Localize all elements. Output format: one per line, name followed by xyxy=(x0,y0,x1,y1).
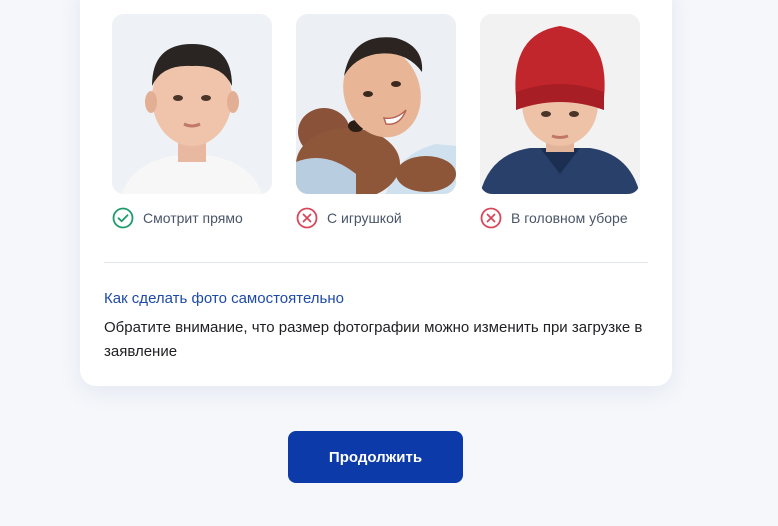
child-looking-straight-photo xyxy=(112,14,272,194)
caption-in-hat: В головном уборе xyxy=(480,207,640,229)
how-to-take-photo-link[interactable]: Как сделать фото самостоятельно xyxy=(104,290,344,307)
continue-button[interactable]: Продолжить xyxy=(288,431,463,483)
caption-label: В головном уборе xyxy=(511,210,628,226)
cross-circle-icon xyxy=(480,207,502,229)
caption-with-toy: С игрушкой xyxy=(296,207,456,229)
child-with-toy-photo xyxy=(296,14,456,194)
example-in-hat: В головном уборе xyxy=(480,14,640,229)
cross-circle-icon xyxy=(296,207,318,229)
photo-size-note: Обратите внимание, что размер фотографии… xyxy=(104,319,643,360)
photo-examples: Смотрит прямо С игрушкой В головном убор… xyxy=(112,14,640,229)
caption-looking-straight: Смотрит прямо xyxy=(112,207,272,229)
check-circle-icon xyxy=(112,207,134,229)
divider xyxy=(104,262,648,263)
example-with-toy: С игрушкой xyxy=(296,14,456,229)
caption-label: С игрушкой xyxy=(327,210,402,226)
caption-label: Смотрит прямо xyxy=(143,210,243,226)
example-looking-straight: Смотрит прямо xyxy=(112,14,272,229)
child-in-hat-photo xyxy=(480,14,640,194)
